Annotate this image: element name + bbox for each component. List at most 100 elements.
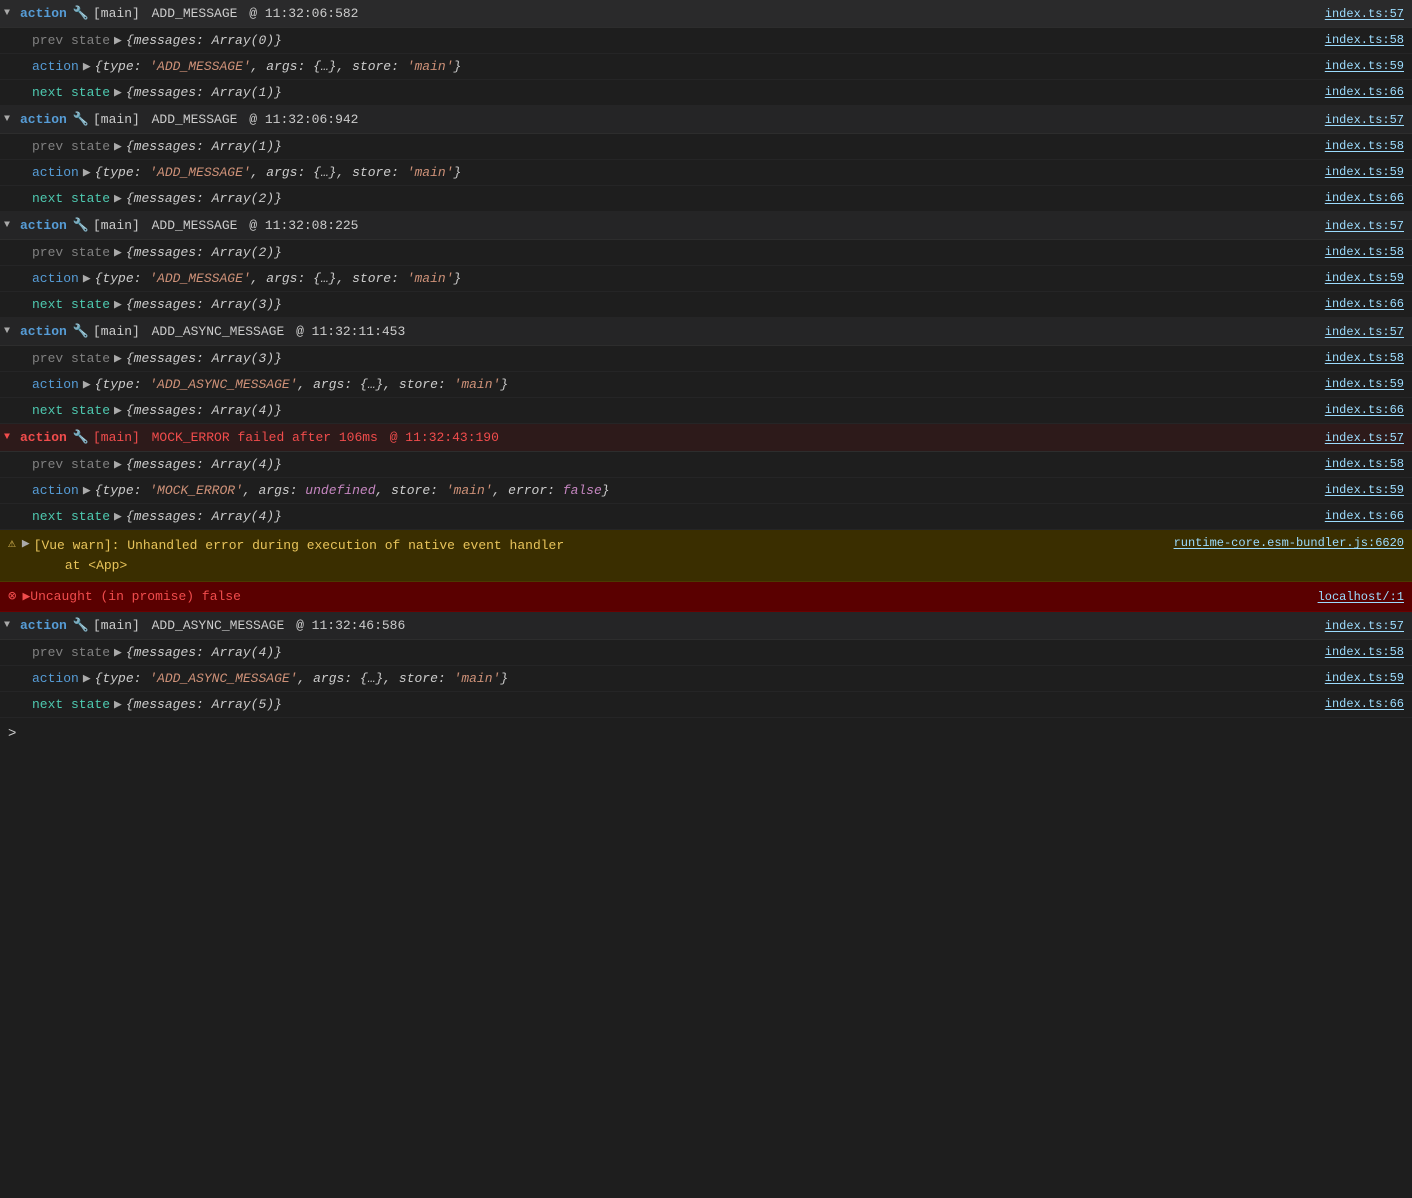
action-header-3[interactable]: ▼ action 🔧 [main] ADD_MESSAGE @ 11:32:08… bbox=[0, 212, 1412, 240]
next-label-2: next state bbox=[32, 191, 110, 206]
prev-label-2: prev state bbox=[32, 139, 110, 154]
bolt-icon-6: 🔧 bbox=[73, 618, 89, 633]
sub-row-content-next-3: next state ▶ {messages: Array(3)} bbox=[32, 297, 1309, 312]
prev-file-4[interactable]: index.ts:58 bbox=[1325, 351, 1404, 365]
next-arrow-2: ▶ bbox=[114, 191, 122, 206]
sub-row-prev-1: prev state ▶ {messages: Array(0)} index.… bbox=[0, 28, 1412, 54]
action-arrow-4: ▶ bbox=[83, 377, 91, 392]
file-link-4[interactable]: index.ts:57 bbox=[1325, 325, 1404, 339]
prev-file-6[interactable]: index.ts:58 bbox=[1325, 645, 1404, 659]
action-header-left-6: ▼ action 🔧 [main] ADD_ASYNC_MESSAGE @ 11… bbox=[4, 618, 405, 633]
sub-row-prev-3: prev state ▶ {messages: Array(2)} index.… bbox=[0, 240, 1412, 266]
prev-arrow-3: ▶ bbox=[114, 245, 122, 260]
prev-value-3: {messages: Array(2)} bbox=[126, 245, 282, 260]
action-name-2: ADD_MESSAGE bbox=[144, 112, 238, 127]
action-header-left-5: ▼ action 🔧 [main] MOCK_ERROR failed afte… bbox=[4, 430, 499, 445]
prev-value-4: {messages: Array(3)} bbox=[126, 351, 282, 366]
action-header-1[interactable]: ▼ action 🔧 [main] ADD_MESSAGE @ 11:32:06… bbox=[0, 0, 1412, 28]
sub-row-action-2: action ▶ {type: 'ADD_MESSAGE', args: {…}… bbox=[0, 160, 1412, 186]
next-value-5: {messages: Array(4)} bbox=[126, 509, 282, 524]
action-keyword-2: action bbox=[20, 112, 67, 127]
bolt-icon-1: 🔧 bbox=[73, 6, 89, 21]
prev-file-5[interactable]: index.ts:58 bbox=[1325, 457, 1404, 471]
prev-value-5: {messages: Array(4)} bbox=[126, 457, 282, 472]
action-file-5[interactable]: index.ts:59 bbox=[1325, 483, 1404, 497]
action-arrow-3: ▶ bbox=[83, 271, 91, 286]
bolt-icon-2: 🔧 bbox=[73, 112, 89, 127]
next-arrow-5: ▶ bbox=[114, 509, 122, 524]
next-value-1: {messages: Array(1)} bbox=[126, 85, 282, 100]
next-file-5[interactable]: index.ts:66 bbox=[1325, 509, 1404, 523]
next-file-6[interactable]: index.ts:66 bbox=[1325, 697, 1404, 711]
prev-label-4: prev state bbox=[32, 351, 110, 366]
chevron-icon-6: ▼ bbox=[4, 620, 16, 631]
sub-row-content-action-2: action ▶ {type: 'ADD_MESSAGE', args: {…}… bbox=[32, 165, 1309, 180]
next-arrow-6: ▶ bbox=[114, 697, 122, 712]
prev-label-5: prev state bbox=[32, 457, 110, 472]
next-file-2[interactable]: index.ts:66 bbox=[1325, 191, 1404, 205]
warning-row[interactable]: ⚠ ▶ [Vue warn]: Unhandled error during e… bbox=[0, 530, 1412, 582]
action-header-6[interactable]: ▼ action 🔧 [main] ADD_ASYNC_MESSAGE @ 11… bbox=[0, 612, 1412, 640]
action-label-2: action bbox=[32, 165, 79, 180]
action-label-6: action bbox=[32, 671, 79, 686]
action-keyword-1: action bbox=[20, 6, 67, 21]
action-store-1: [main] bbox=[93, 6, 140, 21]
action-label-3: action bbox=[32, 271, 79, 286]
action-timestamp-4: @ 11:32:11:453 bbox=[288, 324, 405, 339]
prev-value-2: {messages: Array(1)} bbox=[126, 139, 282, 154]
next-file-4[interactable]: index.ts:66 bbox=[1325, 403, 1404, 417]
error-file-link[interactable]: localhost/:1 bbox=[1318, 590, 1404, 604]
action-label-5: action bbox=[32, 483, 79, 498]
action-file-2[interactable]: index.ts:59 bbox=[1325, 165, 1404, 179]
chevron-icon-5: ▼ bbox=[4, 432, 16, 443]
prev-value-1: {messages: Array(0)} bbox=[126, 33, 282, 48]
action-timestamp-5: @ 11:32:43:190 bbox=[382, 430, 499, 445]
error-row[interactable]: ⊗ ▶Uncaught (in promise) false localhost… bbox=[0, 582, 1412, 612]
action-value-1: {type: 'ADD_MESSAGE', args: {…}, store: … bbox=[95, 59, 462, 74]
action-file-1[interactable]: index.ts:59 bbox=[1325, 59, 1404, 73]
action-name-6: ADD_ASYNC_MESSAGE bbox=[144, 618, 284, 633]
file-link-2[interactable]: index.ts:57 bbox=[1325, 113, 1404, 127]
action-store-3: [main] bbox=[93, 218, 140, 233]
action-store-4: [main] bbox=[93, 324, 140, 339]
action-name-4: ADD_ASYNC_MESSAGE bbox=[144, 324, 284, 339]
prev-file-1[interactable]: index.ts:58 bbox=[1325, 33, 1404, 47]
action-header-2[interactable]: ▼ action 🔧 [main] ADD_MESSAGE @ 11:32:06… bbox=[0, 106, 1412, 134]
prompt-row: > bbox=[0, 718, 1412, 750]
next-label-6: next state bbox=[32, 697, 110, 712]
next-file-1[interactable]: index.ts:66 bbox=[1325, 85, 1404, 99]
sub-row-content-next-1: next state ▶ {messages: Array(1)} bbox=[32, 85, 1309, 100]
next-label-1: next state bbox=[32, 85, 110, 100]
sub-row-prev-4: prev state ▶ {messages: Array(3)} index.… bbox=[0, 346, 1412, 372]
prev-arrow-5: ▶ bbox=[114, 457, 122, 472]
file-link-6[interactable]: index.ts:57 bbox=[1325, 619, 1404, 633]
sub-row-action-5: action ▶ {type: 'MOCK_ERROR', args: unde… bbox=[0, 478, 1412, 504]
prev-file-2[interactable]: index.ts:58 bbox=[1325, 139, 1404, 153]
prev-arrow-2: ▶ bbox=[114, 139, 122, 154]
action-keyword-6: action bbox=[20, 618, 67, 633]
sub-row-content-next-5: next state ▶ {messages: Array(4)} bbox=[32, 509, 1309, 524]
action-header-5[interactable]: ▼ action 🔧 [main] MOCK_ERROR failed afte… bbox=[0, 424, 1412, 452]
action-arrow-5: ▶ bbox=[83, 483, 91, 498]
file-link-1[interactable]: index.ts:57 bbox=[1325, 7, 1404, 21]
next-file-3[interactable]: index.ts:66 bbox=[1325, 297, 1404, 311]
file-link-5[interactable]: index.ts:57 bbox=[1325, 431, 1404, 445]
action-header-4[interactable]: ▼ action 🔧 [main] ADD_ASYNC_MESSAGE @ 11… bbox=[0, 318, 1412, 346]
sub-row-prev-6: prev state ▶ {messages: Array(4)} index.… bbox=[0, 640, 1412, 666]
sub-row-content-prev-3: prev state ▶ {messages: Array(2)} bbox=[32, 245, 1309, 260]
action-file-4[interactable]: index.ts:59 bbox=[1325, 377, 1404, 391]
action-file-3[interactable]: index.ts:59 bbox=[1325, 271, 1404, 285]
action-store-5: [main] bbox=[93, 430, 140, 445]
next-arrow-4: ▶ bbox=[114, 403, 122, 418]
sub-row-next-5: next state ▶ {messages: Array(4)} index.… bbox=[0, 504, 1412, 530]
action-timestamp-3: @ 11:32:08:225 bbox=[241, 218, 358, 233]
prev-value-6: {messages: Array(4)} bbox=[126, 645, 282, 660]
action-file-6[interactable]: index.ts:59 bbox=[1325, 671, 1404, 685]
warning-expand-arrow[interactable]: ▶ bbox=[22, 536, 30, 551]
prev-file-3[interactable]: index.ts:58 bbox=[1325, 245, 1404, 259]
action-name-3: ADD_MESSAGE bbox=[144, 218, 238, 233]
prev-arrow-4: ▶ bbox=[114, 351, 122, 366]
warning-text: [Vue warn]: Unhandled error during execu… bbox=[34, 536, 1158, 575]
file-link-3[interactable]: index.ts:57 bbox=[1325, 219, 1404, 233]
warning-file-link[interactable]: runtime-core.esm-bundler.js:6620 bbox=[1174, 536, 1404, 550]
